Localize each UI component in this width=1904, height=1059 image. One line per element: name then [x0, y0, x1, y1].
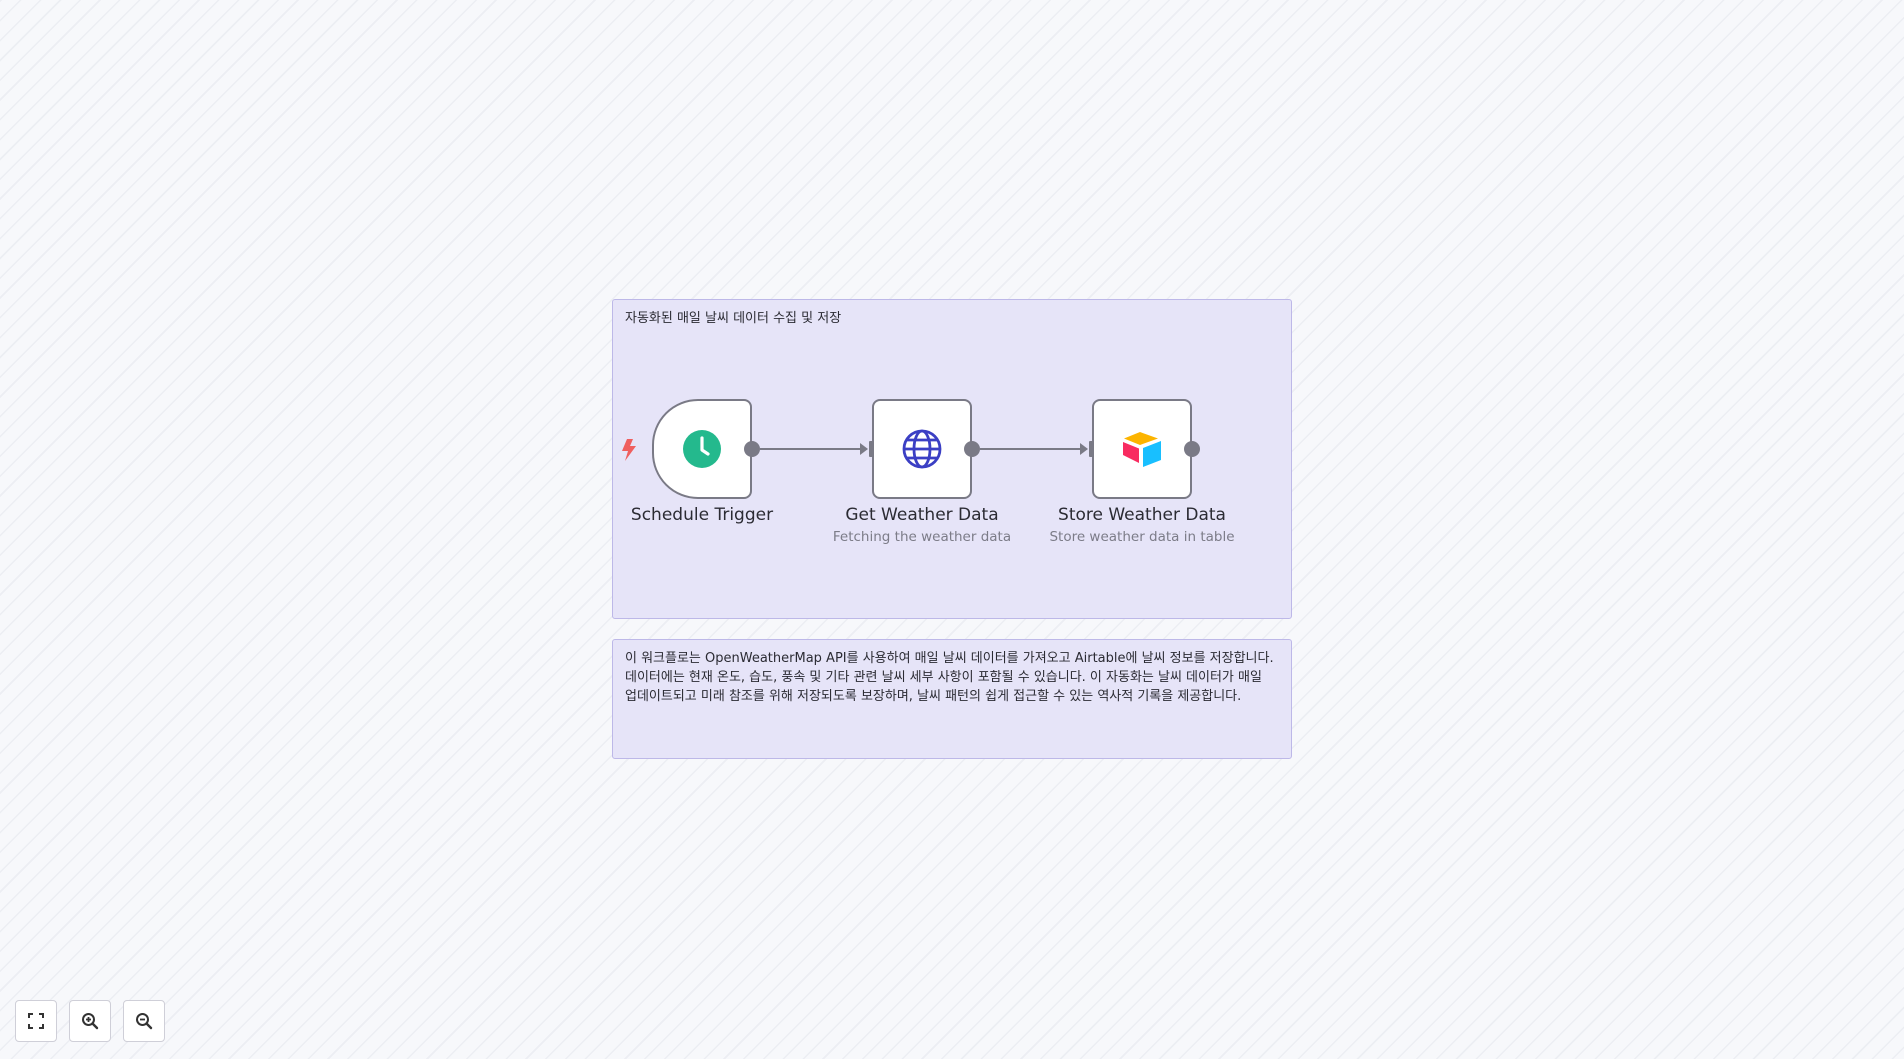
zoom-out-icon: [136, 1013, 153, 1030]
workflow-canvas[interactable]: 자동화된 매일 날씨 데이터 수집 및 저장 이 워크플로는 OpenWeath…: [0, 0, 1904, 1059]
sticky-note-description-text: 이 워크플로는 OpenWeatherMap API를 사용하여 매일 날씨 데…: [625, 651, 1274, 704]
node-label: Schedule Trigger: [630, 505, 774, 525]
node-subtitle: Store weather data in table: [1049, 529, 1235, 545]
output-port[interactable]: [744, 441, 760, 457]
node-store-weather-data[interactable]: [1092, 399, 1192, 499]
node-subtitle: Fetching the weather data: [832, 529, 1012, 545]
node-label: Store Weather Data: [1058, 505, 1226, 525]
clock-icon: [683, 430, 721, 468]
zoom-out-button[interactable]: [123, 1000, 165, 1042]
globe-icon: [902, 429, 942, 469]
canvas-controls: [15, 1000, 165, 1042]
sticky-note-description[interactable]: 이 워크플로는 OpenWeatherMap API를 사용하여 매일 날씨 데…: [612, 639, 1292, 759]
fit-view-button[interactable]: [15, 1000, 57, 1042]
zoom-in-button[interactable]: [69, 1000, 111, 1042]
output-port[interactable]: [1184, 441, 1200, 457]
node-label: Get Weather Data: [845, 505, 999, 525]
node-get-weather-data[interactable]: [872, 399, 972, 499]
zoom-in-icon: [82, 1013, 99, 1030]
sticky-note-title: 자동화된 매일 날씨 데이터 수집 및 저장: [625, 311, 842, 326]
output-port[interactable]: [964, 441, 980, 457]
lightning-bolt-icon: [622, 439, 636, 461]
fit-view-icon: [28, 1013, 44, 1029]
airtable-icon: [1123, 432, 1161, 467]
node-schedule-trigger[interactable]: [652, 399, 752, 499]
